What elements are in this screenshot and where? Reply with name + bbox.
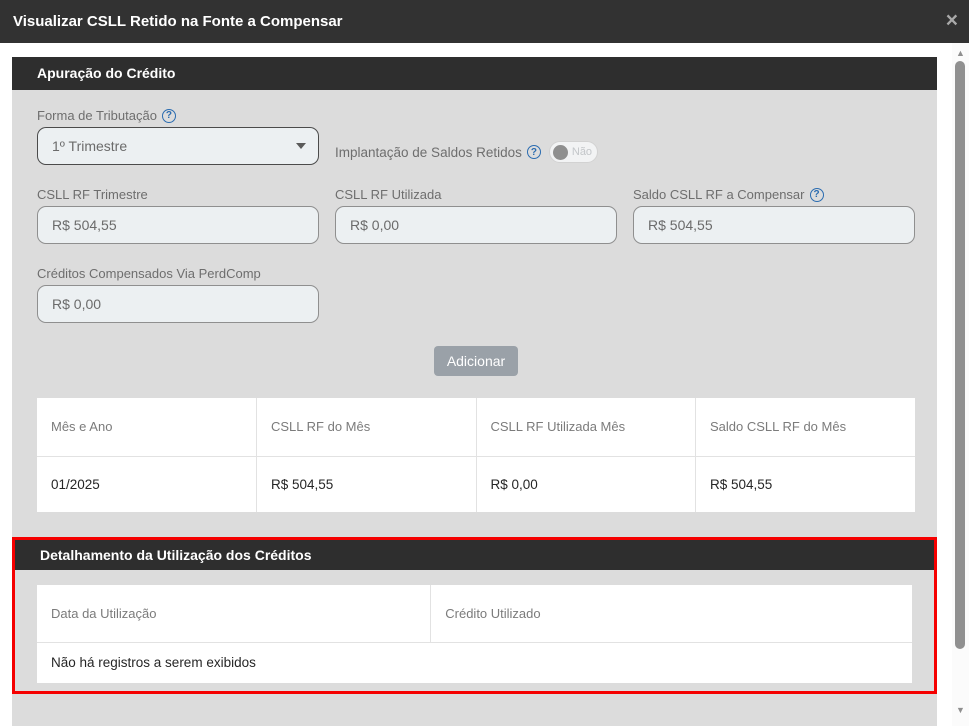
csll-rf-utilizada-label: CSLL RF Utilizada: [335, 187, 441, 202]
forma-tributacao-label: Forma de Tributação: [37, 108, 157, 123]
close-icon[interactable]: ×: [946, 10, 958, 31]
apuracao-form: Forma de Tributação ? 1º Trimestre Impla…: [12, 90, 937, 719]
forma-tributacao-select[interactable]: 1º Trimestre: [37, 127, 319, 165]
section-header-detalhamento: Detalhamento da Utilização dos Créditos: [15, 540, 934, 570]
help-icon[interactable]: ?: [527, 145, 541, 159]
cell-csll-rf-utilizada-mes: R$ 0,00: [476, 456, 696, 512]
csll-rf-trimestre-input[interactable]: R$ 504,55: [37, 206, 319, 244]
cell-csll-rf-mes: R$ 504,55: [257, 456, 477, 512]
modal-title: Visualizar CSLL Retido na Fonte a Compen…: [0, 13, 343, 30]
section-header-apuracao: Apuração do Crédito: [12, 57, 937, 90]
toggle-knob-icon: [553, 145, 568, 160]
column-header: CSLL RF do Mês: [257, 398, 477, 456]
help-icon[interactable]: ?: [162, 109, 176, 123]
detalhamento-table: Data da Utilização Crédito Utilizado Não…: [37, 585, 912, 683]
table-header-row: Data da Utilização Crédito Utilizado: [37, 585, 912, 642]
saldo-csll-label: Saldo CSLL RF a Compensar: [633, 187, 805, 202]
scrollbar[interactable]: ▲ ▼: [952, 43, 969, 726]
creditos-perdcomp-value: R$ 0,00: [52, 296, 101, 312]
detalhamento-section: Detalhamento da Utilização dos Créditos …: [12, 537, 937, 694]
table-row[interactable]: 01/2025 R$ 504,55 R$ 0,00 R$ 504,55: [37, 456, 915, 512]
detalhamento-area: Data da Utilização Crédito Utilizado Não…: [15, 570, 934, 691]
column-header: Saldo CSLL RF do Mês: [696, 398, 916, 456]
creditos-perdcomp-label: Créditos Compensados Via PerdComp: [37, 266, 261, 281]
empty-row: Não há registros a serem exibidos: [37, 642, 912, 683]
field-forma-tributacao: Forma de Tributação ? 1º Trimestre: [37, 108, 319, 165]
field-csll-rf-utilizada: CSLL RF Utilizada R$ 0,00: [335, 187, 617, 244]
cell-saldo-csll-rf-mes: R$ 504,55: [696, 456, 916, 512]
column-header: Crédito Utilizado: [431, 585, 912, 642]
field-implantacao: Implantação de Saldos Retidos ? Não: [335, 141, 598, 163]
apuracao-table: Mês e Ano CSLL RF do Mês CSLL RF Utiliza…: [37, 398, 915, 512]
csll-rf-utilizada-value: R$ 0,00: [350, 217, 399, 233]
scroll-down-icon[interactable]: ▼: [952, 704, 969, 716]
scroll-up-icon[interactable]: ▲: [952, 47, 969, 59]
forma-tributacao-value: 1º Trimestre: [52, 138, 127, 154]
saldo-csll-input[interactable]: R$ 504,55: [633, 206, 915, 244]
add-button[interactable]: Adicionar: [434, 346, 518, 376]
implantacao-label: Implantação de Saldos Retidos: [335, 145, 522, 160]
implantacao-toggle[interactable]: Não: [549, 141, 598, 163]
csll-rf-trimestre-value: R$ 504,55: [52, 217, 117, 233]
column-header: CSLL RF Utilizada Mês: [476, 398, 696, 456]
chevron-down-icon: [296, 143, 306, 149]
table-header-row: Mês e Ano CSLL RF do Mês CSLL RF Utiliza…: [37, 398, 915, 456]
field-saldo-csll: Saldo CSLL RF a Compensar ? R$ 504,55: [633, 187, 915, 244]
toggle-state-label: Não: [572, 146, 592, 158]
content-container: Apuração do Crédito Forma de Tributação …: [12, 57, 937, 726]
column-header: Mês e Ano: [37, 398, 257, 456]
csll-rf-trimestre-label: CSLL RF Trimestre: [37, 187, 148, 202]
modal-body: Apuração do Crédito Forma de Tributação …: [0, 43, 952, 726]
field-creditos-perdcomp: Créditos Compensados Via PerdComp R$ 0,0…: [37, 266, 319, 323]
modal-header: Visualizar CSLL Retido na Fonte a Compen…: [0, 0, 969, 43]
cell-mes-ano: 01/2025: [37, 456, 257, 512]
help-icon[interactable]: ?: [810, 188, 824, 202]
field-csll-rf-trimestre: CSLL RF Trimestre R$ 504,55: [37, 187, 319, 244]
saldo-csll-value: R$ 504,55: [648, 217, 713, 233]
column-header: Data da Utilização: [37, 585, 431, 642]
creditos-perdcomp-input[interactable]: R$ 0,00: [37, 285, 319, 323]
csll-rf-utilizada-input[interactable]: R$ 0,00: [335, 206, 617, 244]
empty-message: Não há registros a serem exibidos: [37, 642, 912, 683]
scrollbar-thumb[interactable]: [955, 61, 965, 649]
